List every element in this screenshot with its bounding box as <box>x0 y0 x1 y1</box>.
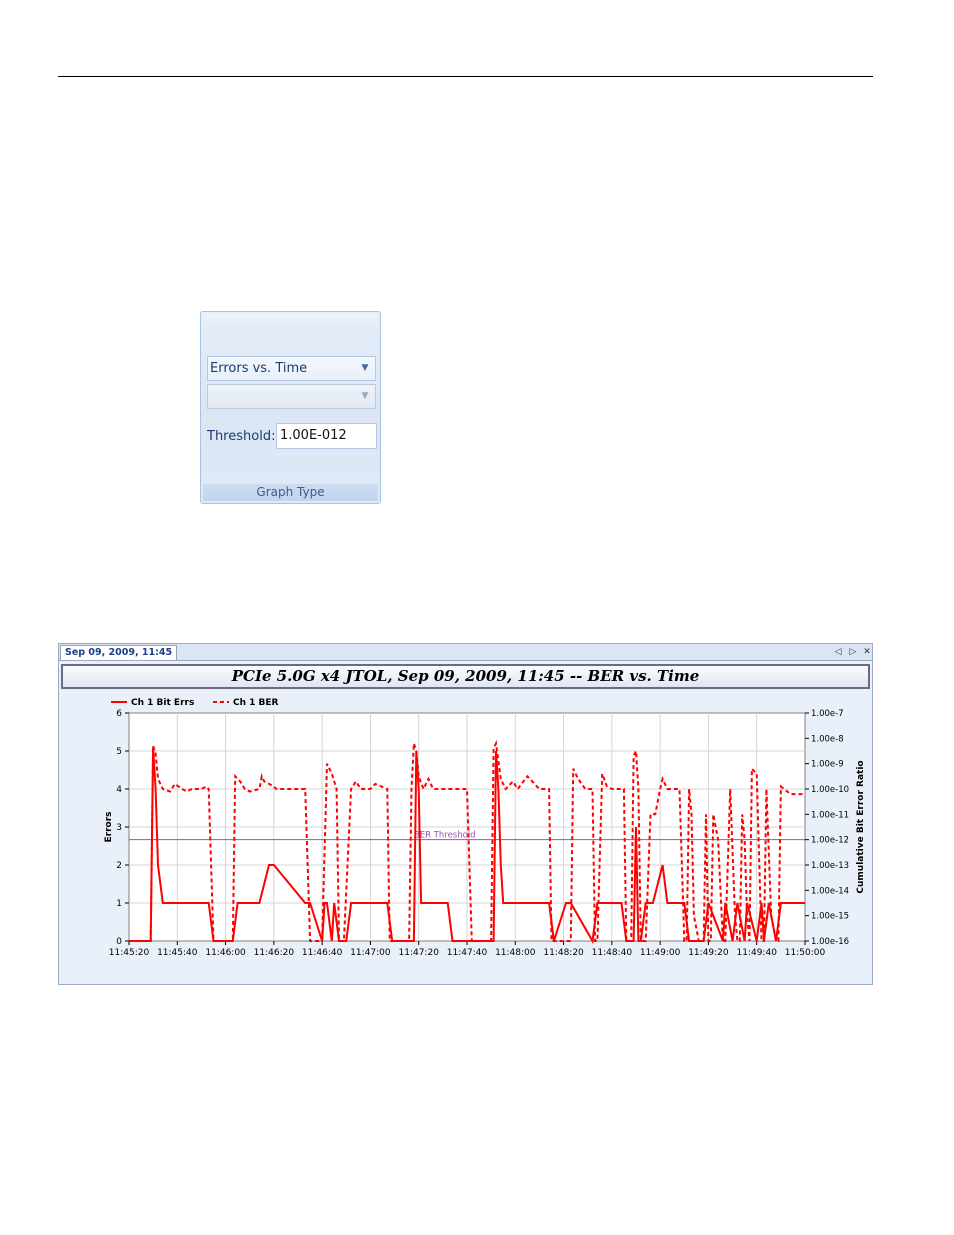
x-tick-label: 11:49:00 <box>640 948 681 958</box>
x-tick-label: 11:48:20 <box>543 948 584 958</box>
y2-tick-label: 1.00e-7 <box>811 709 844 719</box>
x-tick-label: 11:47:00 <box>350 948 391 958</box>
group-label: Graph Type <box>203 484 378 501</box>
y2-tick-label: 1.00e-15 <box>811 912 849 922</box>
y-axis-label: Errors <box>104 811 114 842</box>
x-tick-label: 11:49:40 <box>737 948 778 958</box>
y2-tick-label: 1.00e-13 <box>811 861 849 871</box>
y2-tick-label: 1.00e-16 <box>811 937 849 947</box>
chevron-down-icon[interactable]: ▼ <box>358 358 372 379</box>
legend-entry: Ch 1 Bit Errs <box>131 698 194 708</box>
y2-tick-label: 1.00e-11 <box>811 810 849 820</box>
chart-window: Sep 09, 2009, 11:45 ◁ ▷ ✕ PCIe 5.0G x4 J… <box>58 643 873 985</box>
x-tick-label: 11:47:40 <box>447 948 488 958</box>
y-tick-label: 0 <box>116 937 122 947</box>
y-tick-label: 4 <box>116 785 122 795</box>
chevron-down-icon[interactable]: ▼ <box>358 386 372 407</box>
ber-chart: 11:45:20 11:45:40 11:46:00 11:46:20 11:46:40… <box>104 698 866 958</box>
y-tick-label: 6 <box>116 709 122 719</box>
x-tick-label: 11:47:20 <box>399 948 440 958</box>
graph-type-dropdown[interactable]: Errors vs. Time ▼ <box>207 356 376 381</box>
y-tick-label: 2 <box>116 861 122 871</box>
header-rule <box>58 76 873 77</box>
y-tick-label: 5 <box>116 747 122 757</box>
x-tick-label: 11:48:00 <box>495 948 536 958</box>
y2-tick-label: 1.00e-10 <box>811 785 849 795</box>
x-tick-label: 11:48:40 <box>592 948 633 958</box>
y-tick-label: 1 <box>116 899 122 909</box>
x-tick-label: 11:50:00 <box>785 948 826 958</box>
y2-tick-label: 1.00e-9 <box>811 760 844 770</box>
x-tick-label: 11:45:20 <box>109 948 150 958</box>
x-tick-label: 11:45:40 <box>157 948 198 958</box>
legend-entry: Ch 1 BER <box>233 698 279 708</box>
secondary-dropdown[interactable]: ▼ <box>207 384 376 409</box>
x-tick-label: 11:46:20 <box>254 948 295 958</box>
threshold-value: 1.00E-012 <box>280 428 347 443</box>
panel-top-band <box>203 314 378 332</box>
y2-tick-label: 1.00e-12 <box>811 836 849 846</box>
threshold-label: Threshold: <box>207 429 276 444</box>
x-tick-label: 11:46:00 <box>205 948 246 958</box>
y2-tick-label: 1.00e-14 <box>811 886 849 896</box>
y-tick-label: 3 <box>116 823 122 833</box>
y2-tick-label: 1.00e-8 <box>811 734 844 744</box>
x-tick-label: 11:46:40 <box>302 948 343 958</box>
x-tick-label: 11:49:20 <box>688 948 729 958</box>
graph-type-value: Errors vs. Time <box>210 361 308 376</box>
ber-threshold-label: BER Threshold <box>414 831 476 841</box>
threshold-input[interactable]: 1.00E-012 <box>276 423 377 449</box>
y2-axis-label: Cumulative Bit Error Ratio <box>856 760 866 893</box>
graph-type-panel: Errors vs. Time ▼ ▼ Threshold: 1.00E-012… <box>200 311 381 504</box>
